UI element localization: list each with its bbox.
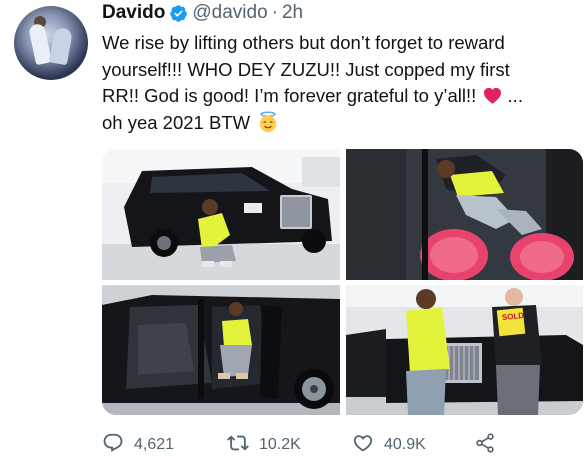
tweet-text-ellipsis: ... (502, 85, 523, 106)
retweet-icon (227, 432, 249, 459)
tweet-text-line-2: yourself!!! WHO DEY ZUZU!! Just copped m… (102, 58, 510, 80)
red-heart-emoji-icon (483, 85, 502, 104)
photo-2-image (346, 149, 583, 280)
like-button[interactable]: 40.9K (352, 431, 426, 459)
header-separator: · (271, 2, 278, 23)
tweet-header: Davido @davido · 2h (102, 0, 303, 26)
reply-icon (102, 432, 124, 459)
like-count: 40.9K (384, 436, 426, 453)
share-button[interactable] (474, 431, 496, 459)
tweet-text-line-4-wrap: oh yea 2021 BTW (102, 110, 582, 137)
photo-1-image (102, 149, 340, 280)
photo-3-image (102, 285, 340, 415)
tweet-text-line-4: oh yea 2021 BTW (102, 111, 251, 133)
avatar-figure-right (49, 26, 73, 66)
photo-2[interactable] (346, 149, 583, 280)
reply-button[interactable]: 4,621 (102, 431, 174, 459)
tweet-text: We rise by lifting others but don’t forg… (102, 30, 582, 136)
verified-badge-icon (169, 4, 188, 23)
photo-grid: SOLD (102, 149, 583, 415)
share-icon (474, 432, 496, 459)
smiling-face-with-halo-emoji-icon (257, 111, 279, 133)
reply-count: 4,621 (134, 436, 175, 453)
photo-3[interactable] (102, 285, 340, 415)
author-name[interactable]: Davido (102, 2, 165, 24)
retweet-button[interactable]: 10.2K (227, 431, 301, 459)
tweet-text-line-3: RR!! God is good! I’m forever grateful t… (102, 85, 477, 106)
tweet[interactable]: Davido @davido · 2h We rise by lifting o… (0, 0, 588, 469)
avatar[interactable] (14, 6, 88, 80)
author-handle[interactable]: @davido (192, 2, 267, 24)
photo-4-image (346, 285, 583, 415)
photo-1[interactable] (102, 149, 340, 280)
photo-4[interactable]: SOLD (346, 285, 583, 415)
tweet-text-line-3-wrap: RR!! God is good! I’m forever grateful t… (102, 83, 582, 110)
tweet-timestamp[interactable]: 2h (282, 2, 303, 24)
retweet-count: 10.2K (259, 436, 301, 453)
avatar-figure-left (28, 22, 52, 66)
tweet-text-line-1: We rise by lifting others but don’t forg… (102, 32, 505, 53)
like-icon (352, 432, 374, 459)
tweet-actions: 4,621 10.2K 40.9K (102, 431, 582, 459)
